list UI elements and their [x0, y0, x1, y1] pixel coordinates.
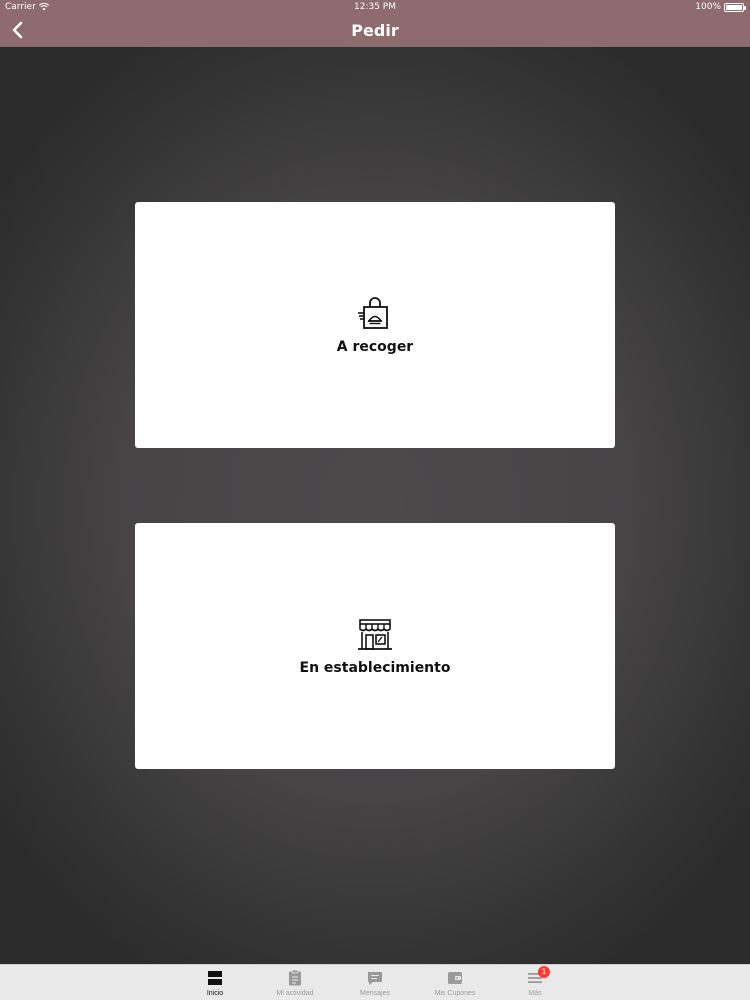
battery-icon	[724, 2, 746, 12]
pickup-option-card[interactable]: A recoger	[135, 202, 615, 448]
storefront-icon	[358, 619, 392, 650]
tab-inicio[interactable]: Inicio	[175, 965, 255, 1000]
instore-option-label: En establecimiento	[299, 660, 451, 676]
tab-label: Mensajes	[360, 990, 390, 997]
tab-mis-cupones[interactable]: Mis Cupones	[415, 965, 495, 1000]
main-content: A recoger En establecimiento	[0, 47, 750, 964]
tab-label: Mis Cupones	[434, 990, 476, 997]
pickup-option-label: A recoger	[336, 339, 414, 355]
tab-label: Más	[528, 990, 542, 997]
battery-percentage: 100%	[695, 2, 721, 12]
notification-badge: 1	[538, 966, 550, 978]
clipboard-icon	[289, 969, 301, 986]
tab-mas[interactable]: 1 Más	[495, 965, 575, 1000]
battery-status: 100%	[695, 2, 746, 12]
tab-label: Mi actividad	[276, 990, 314, 997]
back-button[interactable]	[6, 19, 28, 41]
navigation-bar: Pedir	[0, 14, 750, 47]
tab-label: Inicio	[206, 990, 224, 997]
page-title: Pedir	[351, 21, 399, 40]
home-icon	[208, 971, 222, 985]
shopping-bag-icon	[358, 297, 388, 329]
instore-option-card[interactable]: En establecimiento	[135, 523, 615, 769]
status-bar: Carrier 12:35 PM 100%	[0, 0, 750, 14]
chevron-left-icon	[12, 21, 23, 39]
tab-mi-actividad[interactable]: Mi actividad	[255, 965, 335, 1000]
tab-bar: Inicio Mi actividad Mensajes Mis Cupones	[0, 964, 750, 1000]
chat-icon	[368, 972, 382, 985]
tab-mensajes[interactable]: Mensajes	[335, 965, 415, 1000]
wallet-icon	[448, 972, 462, 984]
clock: 12:35 PM	[354, 2, 396, 12]
